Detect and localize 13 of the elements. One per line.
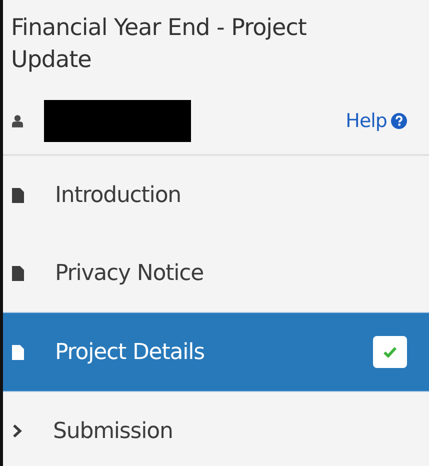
help-icon bbox=[391, 113, 407, 129]
help-link[interactable]: Help bbox=[346, 110, 407, 132]
document-icon bbox=[12, 266, 24, 280]
check-icon bbox=[383, 346, 397, 358]
nav-item[interactable]: Project Details bbox=[3, 312, 429, 392]
document-icon bbox=[12, 188, 24, 202]
user-icon bbox=[12, 114, 23, 128]
nav-item[interactable]: Submission bbox=[3, 392, 429, 466]
document-icon bbox=[12, 344, 24, 360]
chevron-icon bbox=[12, 424, 22, 438]
app-title: Financial Year End - Project Update bbox=[10, 14, 308, 75]
nav-item[interactable]: Introduction bbox=[3, 156, 429, 234]
nav-item[interactable]: Privacy Notice bbox=[3, 234, 429, 312]
